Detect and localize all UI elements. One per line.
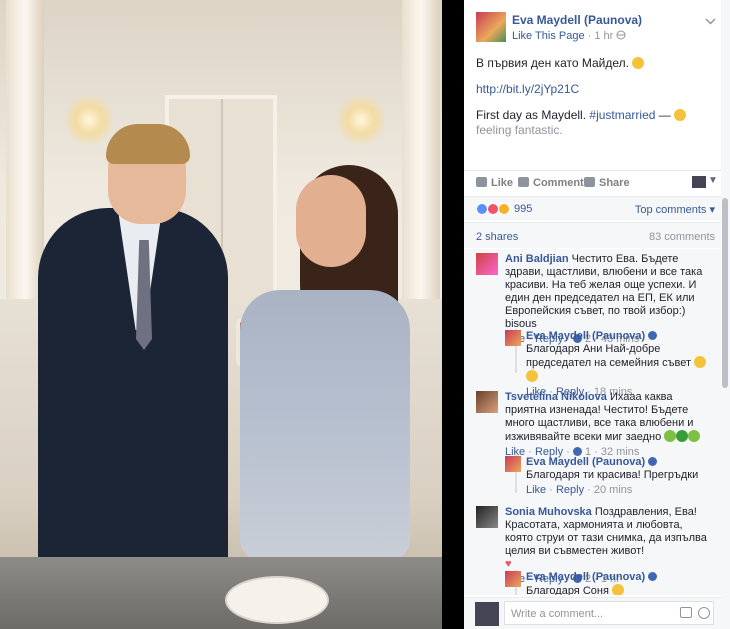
groom-hair bbox=[106, 124, 190, 164]
replier-name[interactable]: Eva Maydell (Paunova) bbox=[526, 571, 645, 583]
post-header: Eva Maydell (Paunova) Like This Page · 1… bbox=[476, 12, 716, 46]
comment-button[interactable]: Comment bbox=[518, 177, 584, 189]
current-user-avatar bbox=[475, 602, 499, 626]
avatar[interactable] bbox=[476, 253, 498, 275]
laugh-emoji-icon bbox=[526, 370, 538, 382]
post-meta: Like This Page · 1 hr bbox=[512, 30, 626, 42]
reply-reply-link[interactable]: Reply bbox=[556, 484, 584, 496]
action-bar: Like Comment Share ▼ bbox=[464, 170, 721, 194]
shares-count[interactable]: 2 shares bbox=[476, 231, 518, 243]
reactions-row: 995 Top comments ▾ bbox=[464, 196, 721, 220]
like-button[interactable]: Like bbox=[476, 177, 513, 189]
heart-emoji-icon bbox=[664, 430, 677, 442]
avatar[interactable] bbox=[476, 506, 498, 528]
top-comments-dropdown[interactable]: Top comments ▾ bbox=[635, 203, 715, 216]
reply-text: Благодаря ти красива! Прегръдки bbox=[526, 469, 699, 481]
comment-icon bbox=[518, 177, 529, 187]
author-name[interactable]: Eva Maydell (Paunova) bbox=[512, 13, 642, 27]
replier-name[interactable]: Eva Maydell (Paunova) bbox=[526, 330, 645, 342]
reply-meta: Like · Reply · 20 mins bbox=[526, 484, 633, 496]
wow-reaction-icon[interactable] bbox=[498, 203, 510, 215]
reply-text: Благодаря Соня bbox=[526, 585, 609, 595]
meta-separator: · bbox=[584, 30, 595, 42]
feeling-emoji-icon bbox=[674, 109, 687, 121]
comments-list: Ani Baldjian Честито Ева. Бъдете здрави,… bbox=[464, 249, 721, 595]
replier-name[interactable]: Eva Maydell (Paunova) bbox=[526, 456, 645, 468]
comment-input[interactable]: Write a comment... bbox=[504, 601, 714, 625]
heart-emoji-icon bbox=[688, 430, 701, 442]
commenter-name[interactable]: Tsvetelina Nikolova bbox=[505, 391, 607, 403]
sticker-icon[interactable] bbox=[698, 607, 710, 619]
stats-row: 2 shares 83 comments bbox=[464, 222, 721, 248]
chandelier-right bbox=[338, 90, 384, 150]
comment-2: Tsvetelina Nikolova Ихааа каква приятна … bbox=[505, 391, 711, 459]
post-time[interactable]: 1 hr bbox=[594, 30, 613, 42]
comment-composer: Write a comment... bbox=[464, 597, 721, 629]
column-right bbox=[402, 0, 440, 320]
camera-icon[interactable] bbox=[680, 607, 692, 618]
avatar[interactable] bbox=[505, 330, 521, 346]
avatar[interactable] bbox=[476, 391, 498, 413]
post-body: В първия ден като Майдел. http://bit.ly/… bbox=[476, 56, 716, 149]
post-text-bg: В първия ден като Майдел. bbox=[476, 56, 716, 71]
bride-dress bbox=[240, 290, 410, 560]
reaction-count[interactable]: 995 bbox=[514, 203, 532, 215]
marble-table bbox=[0, 557, 442, 629]
avatar[interactable] bbox=[505, 571, 521, 587]
like-count-icon bbox=[572, 447, 582, 456]
comment-placeholder: Write a comment... bbox=[511, 608, 604, 620]
heart-icon: ♥ bbox=[505, 558, 512, 570]
avatar[interactable] bbox=[505, 456, 521, 472]
chandelier-left bbox=[66, 90, 112, 150]
comments-count[interactable]: 83 comments bbox=[649, 231, 715, 243]
globe-icon bbox=[616, 30, 626, 40]
reply-1: Eva Maydell (Paunova) Благодаря Ани Най-… bbox=[526, 330, 712, 399]
feeling-text: feeling fantastic. bbox=[476, 123, 563, 137]
like-page-link[interactable]: Like This Page bbox=[512, 30, 585, 42]
commenter-name[interactable]: Ani Baldjian bbox=[505, 253, 569, 265]
thumb-up-icon bbox=[476, 177, 487, 187]
share-button[interactable]: Share bbox=[584, 177, 630, 189]
reply-text: Благодаря Ани Най-добре председател на с… bbox=[526, 343, 691, 369]
post-link[interactable]: http://bit.ly/2jYp21C bbox=[476, 82, 579, 96]
reply-like-link[interactable]: Like bbox=[526, 484, 546, 496]
bride-face bbox=[296, 175, 366, 267]
clover-emoji-icon bbox=[676, 430, 689, 442]
smile-emoji-icon bbox=[611, 584, 624, 595]
reply-time[interactable]: 20 mins bbox=[594, 484, 633, 496]
couple-emoji-icon bbox=[632, 57, 645, 69]
verified-badge-icon bbox=[648, 457, 658, 466]
commenter-name[interactable]: Sonia Muhovska bbox=[505, 506, 592, 518]
share-as-avatar-icon[interactable] bbox=[692, 176, 706, 188]
post-text-en: First day as Maydell. #justmarried — fee… bbox=[476, 108, 716, 138]
reply-2: Eva Maydell (Paunova) Благодаря ти краси… bbox=[526, 456, 712, 497]
ring-plate bbox=[225, 576, 329, 624]
wedding-photo[interactable] bbox=[0, 0, 442, 629]
scroll-thumb[interactable] bbox=[722, 198, 728, 388]
chevron-down-icon[interactable] bbox=[705, 14, 716, 28]
verified-badge-icon bbox=[648, 331, 658, 340]
hashtag-link[interactable]: #justmarried bbox=[589, 108, 655, 122]
reply-3: Eva Maydell (Paunova) Благодаря Соня bbox=[526, 571, 712, 595]
caret-down-icon[interactable]: ▼ bbox=[708, 175, 718, 186]
verified-badge-icon bbox=[648, 572, 658, 581]
share-icon bbox=[584, 177, 595, 187]
page-avatar[interactable] bbox=[476, 12, 506, 42]
laugh-emoji-icon bbox=[694, 356, 707, 368]
